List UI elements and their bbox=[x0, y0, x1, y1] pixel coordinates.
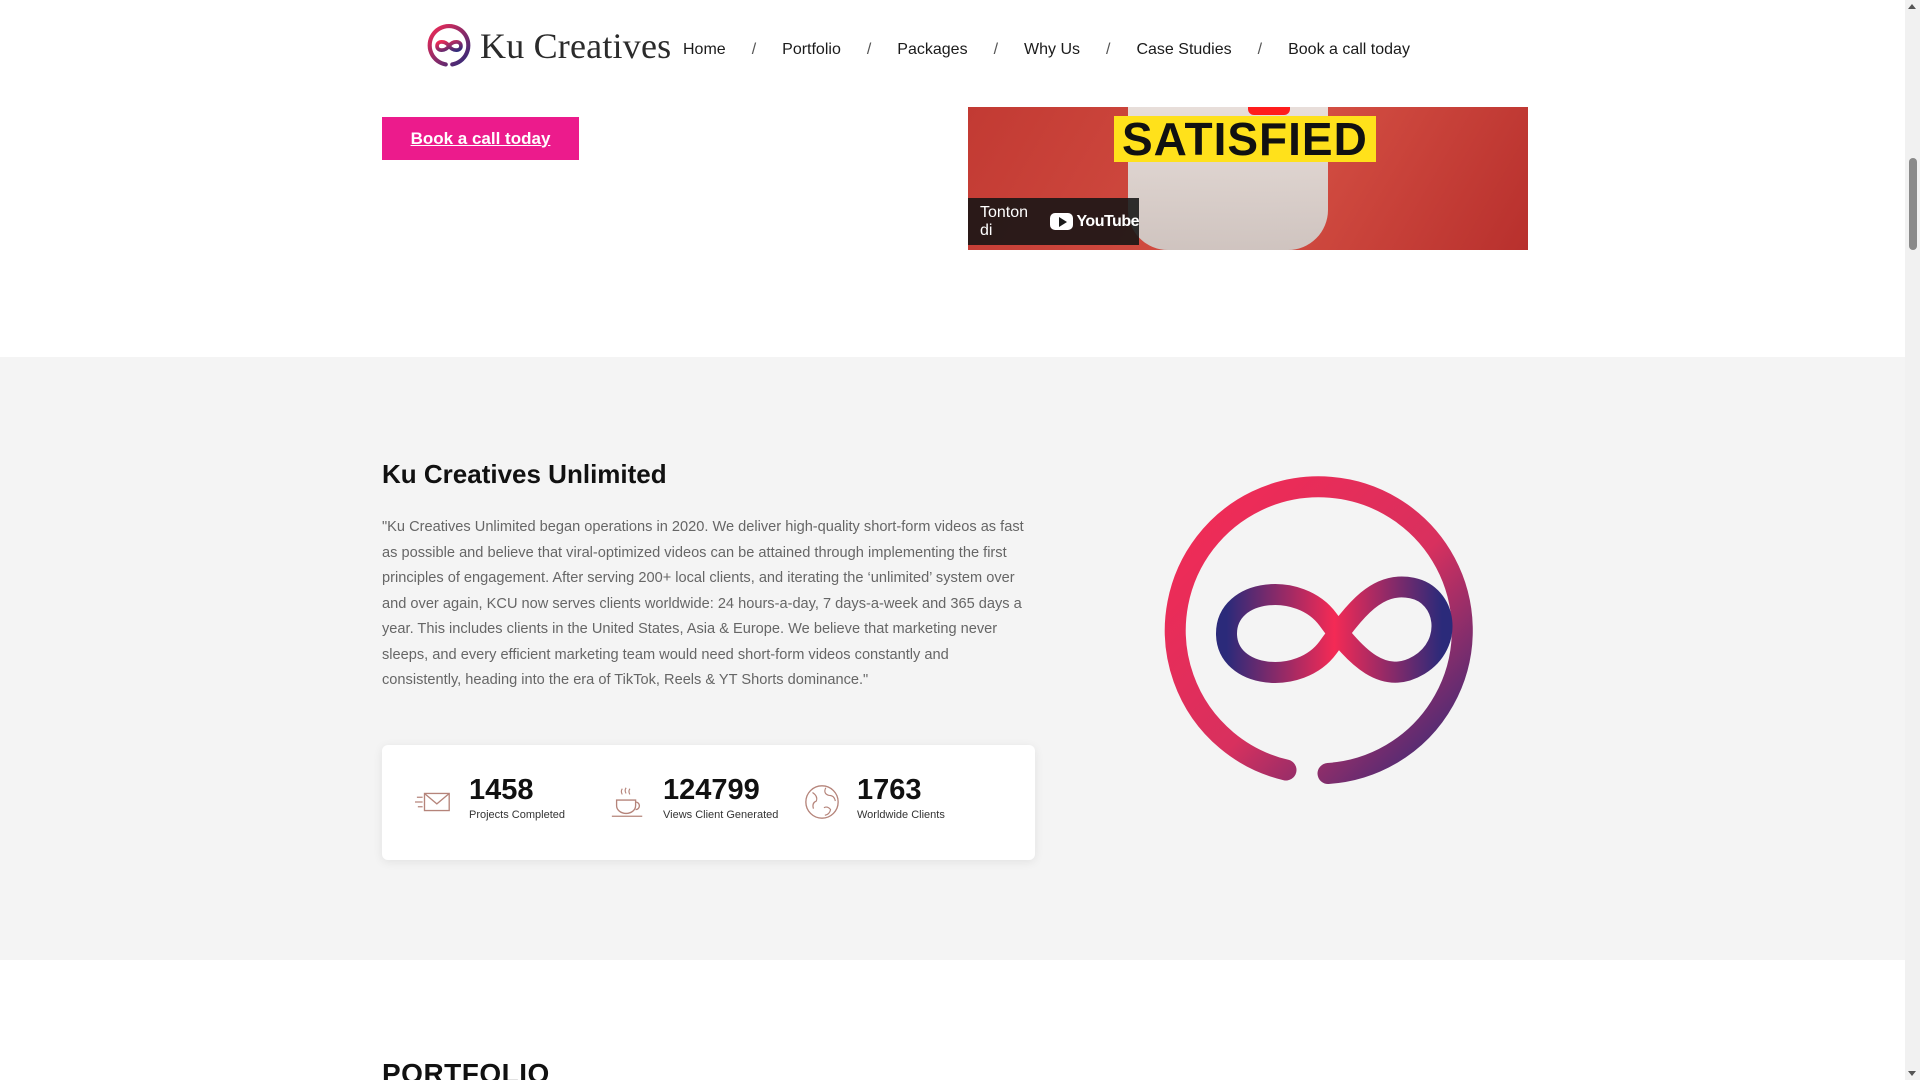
nav-separator: / bbox=[1257, 41, 1263, 58]
globe-icon bbox=[805, 785, 839, 819]
nav-home[interactable]: Home bbox=[683, 41, 726, 59]
stat-label: Views Client Generated bbox=[663, 809, 779, 821]
watch-on-youtube-button[interactable]: Tonton di YouTube bbox=[968, 198, 1139, 245]
nav-separator: / bbox=[751, 41, 757, 58]
about-section: Ku Creatives Unlimited "Ku Creatives Unl… bbox=[0, 357, 1905, 960]
scroll-up-arrow-icon[interactable] bbox=[1908, 4, 1916, 9]
nav-book-call[interactable]: Book a call today bbox=[1288, 41, 1410, 59]
stat-views: 124799 Views Client Generated bbox=[609, 773, 778, 821]
site-header: Ku Creatives Home / Portfolio / Packages… bbox=[0, 0, 1905, 105]
youtube-video-embed[interactable]: SATISFIED Tonton di YouTube bbox=[968, 107, 1528, 250]
stat-value: 1458 bbox=[469, 774, 534, 806]
youtube-wordmark: YouTube bbox=[1076, 212, 1139, 230]
infinity-logo-icon bbox=[427, 23, 471, 67]
stat-value: 124799 bbox=[663, 774, 760, 806]
nav-packages[interactable]: Packages bbox=[897, 41, 967, 59]
stat-value: 1763 bbox=[857, 774, 922, 806]
mail-icon bbox=[415, 792, 450, 812]
nav-separator: / bbox=[866, 41, 872, 58]
watch-on-label: Tonton di bbox=[980, 203, 1029, 239]
nav-separator: / bbox=[1106, 41, 1111, 58]
book-call-button[interactable]: Book a call today bbox=[382, 117, 579, 160]
nav-separator: / bbox=[993, 41, 999, 58]
stat-clients: 1763 Worldwide Clients bbox=[803, 773, 945, 821]
nav-why-us[interactable]: Why Us bbox=[1024, 41, 1080, 59]
nav-case-studies[interactable]: Case Studies bbox=[1136, 41, 1231, 59]
stat-projects: 1458 Projects Completed bbox=[415, 773, 565, 821]
infinity-logo-graphic bbox=[1164, 476, 1473, 784]
brand-logo[interactable]: Ku Creatives bbox=[426, 23, 671, 69]
page-scrollbar[interactable] bbox=[1905, 0, 1920, 1080]
scrollbar-thumb[interactable] bbox=[1909, 158, 1917, 250]
stats-card: 1458 Projects Completed 124799 Views Cli… bbox=[382, 745, 1035, 860]
video-overlay-text: SATISFIED bbox=[1114, 116, 1376, 162]
nav-portfolio[interactable]: Portfolio bbox=[782, 41, 841, 59]
scroll-down-arrow-icon[interactable] bbox=[1908, 1071, 1916, 1076]
portfolio-title: PORTFOLIO bbox=[382, 1058, 550, 1080]
stat-label: Worldwide Clients bbox=[857, 809, 945, 821]
about-title: Ku Creatives Unlimited bbox=[382, 459, 667, 489]
coffee-icon bbox=[611, 787, 643, 817]
brand-name: Ku Creatives bbox=[480, 26, 672, 66]
youtube-play-icon bbox=[1050, 213, 1074, 230]
main-nav: Home / Portfolio / Packages / Why Us / C… bbox=[683, 41, 1410, 59]
stat-label: Projects Completed bbox=[469, 809, 565, 821]
about-description: "Ku Creatives Unlimited began operations… bbox=[382, 519, 1024, 688]
